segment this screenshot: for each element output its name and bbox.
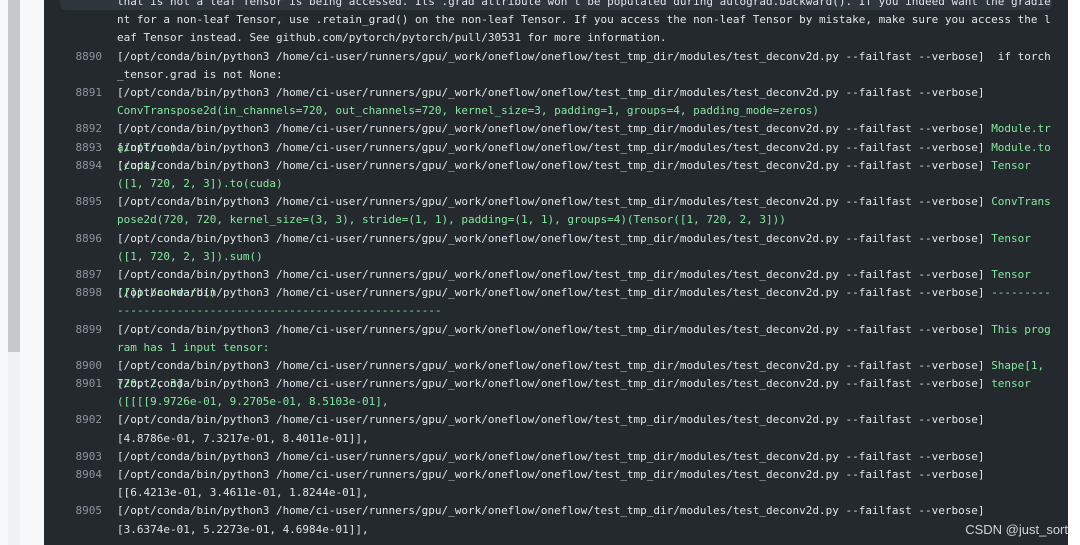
page-right-margin [1068, 0, 1080, 545]
line-number[interactable]: 8905 [44, 502, 103, 520]
command-text: [/opt/conda/bin/python3 /home/ci-user/ru… [117, 449, 985, 463]
line-number[interactable]: 8890 [44, 48, 103, 66]
log-line: 8903 [/opt/conda/bin/python3 /home/ci-us… [44, 448, 1068, 466]
command-text: [/opt/conda/bin/python3 /home/ci-user/ru… [117, 158, 992, 172]
line-number[interactable]: 8900 [44, 357, 103, 375]
log-line: 8895 [/opt/conda/bin/python3 /home/ci-us… [44, 193, 1068, 229]
line-number[interactable]: 8903 [44, 448, 103, 466]
line-number[interactable]: 8899 [44, 321, 103, 339]
command-text: [/opt/conda/bin/python3 /home/ci-user/ru… [117, 140, 992, 154]
command-text: [/opt/conda/bin/python3 /home/ci-user/ru… [117, 195, 992, 209]
line-number[interactable]: 8893 [44, 139, 103, 157]
command-text: [/opt/conda/bin/python3 /home/ci-user/ru… [117, 49, 1051, 81]
log-line: 8893 [/opt/conda/bin/python3 /home/ci-us… [44, 139, 1068, 172]
command-text: that is not a leaf Tensor is being acces… [117, 0, 1051, 45]
log-line: 8890 [/opt/conda/bin/python3 /home/ci-us… [44, 48, 1068, 84]
log-line: 8900 [/opt/conda/bin/python3 /home/ci-us… [44, 357, 1068, 390]
line-text: [/opt/conda/bin/python3 /home/ci-user/ru… [117, 448, 1051, 466]
line-number[interactable]: 8896 [44, 230, 103, 248]
log-line: 8894 [/opt/conda/bin/python3 /home/ci-us… [44, 157, 1068, 193]
log-line: 8897 [/opt/conda/bin/python3 /home/ci-us… [44, 266, 1068, 299]
line-text: [/opt/conda/bin/python3 /home/ci-user/ru… [117, 502, 1051, 538]
line-text: [/opt/conda/bin/python3 /home/ci-user/ru… [117, 48, 1051, 84]
line-text: [/opt/conda/bin/python3 /home/ci-user/ru… [117, 375, 1051, 411]
command-text: [/opt/conda/bin/python3 /home/ci-user/ru… [117, 468, 1051, 500]
scrollbar-thumb[interactable] [8, 0, 20, 352]
log-line: 8891 [/opt/conda/bin/python3 /home/ci-us… [44, 84, 1068, 120]
line-number[interactable]: 8895 [44, 193, 103, 211]
line-number[interactable]: 8901 [44, 375, 103, 393]
line-number[interactable]: 8897 [44, 266, 103, 284]
line-number[interactable]: 8898 [44, 284, 103, 302]
line-text: [/opt/conda/bin/python3 /home/ci-user/ru… [117, 466, 1051, 502]
log-panel: that is not a leaf Tensor is being acces… [44, 0, 1068, 545]
log-line: that is not a leaf Tensor is being acces… [44, 0, 1068, 48]
log-line: 8904 [/opt/conda/bin/python3 /home/ci-us… [44, 466, 1068, 502]
command-text: [/opt/conda/bin/python3 /home/ci-user/ru… [117, 286, 992, 300]
line-number[interactable]: 8902 [44, 411, 103, 429]
line-text: that is not a leaf Tensor is being acces… [117, 0, 1051, 48]
page-left-gutter [0, 0, 44, 545]
line-text: [/opt/conda/bin/python3 /home/ci-user/ru… [117, 193, 1051, 229]
log-line: 8892 [/opt/conda/bin/python3 /home/ci-us… [44, 120, 1068, 153]
line-text: [/opt/conda/bin/python3 /home/ci-user/ru… [117, 157, 1051, 193]
command-text: [/opt/conda/bin/python3 /home/ci-user/ru… [117, 504, 1058, 536]
log-line: 8898 [/opt/conda/bin/python3 /home/ci-us… [44, 284, 1068, 320]
line-text: [/opt/conda/bin/python3 /home/ci-user/ru… [117, 84, 1051, 120]
command-text: [/opt/conda/bin/python3 /home/ci-user/ru… [117, 231, 992, 245]
line-number[interactable]: 8892 [44, 120, 103, 138]
log-line: 8901 [/opt/conda/bin/python3 /home/ci-us… [44, 375, 1068, 411]
command-text: [/opt/conda/bin/python3 /home/ci-user/ru… [117, 413, 1058, 445]
command-text: [/opt/conda/bin/python3 /home/ci-user/ru… [117, 358, 992, 372]
log-line: 8905 [/opt/conda/bin/python3 /home/ci-us… [44, 502, 1068, 538]
line-number[interactable]: 8891 [44, 84, 103, 102]
line-number[interactable]: 8904 [44, 466, 103, 484]
line-text: [/opt/conda/bin/python3 /home/ci-user/ru… [117, 284, 1051, 320]
command-text: [/opt/conda/bin/python3 /home/ci-user/ru… [117, 85, 985, 99]
command-text: [/opt/conda/bin/python3 /home/ci-user/ru… [117, 377, 992, 391]
watermark: CSDN @just_sort [965, 522, 1068, 537]
command-text: [/opt/conda/bin/python3 /home/ci-user/ru… [117, 122, 992, 136]
line-text: [/opt/conda/bin/python3 /home/ci-user/ru… [117, 230, 1051, 266]
log-line: 8896 [/opt/conda/bin/python3 /home/ci-us… [44, 230, 1068, 266]
line-number[interactable]: 8894 [44, 157, 103, 175]
line-text: [/opt/conda/bin/python3 /home/ci-user/ru… [117, 321, 1051, 357]
log-line: 8902 [/opt/conda/bin/python3 /home/ci-us… [44, 411, 1068, 447]
line-text: [/opt/conda/bin/python3 /home/ci-user/ru… [117, 411, 1051, 447]
output-text: ConvTranspose2d(in_channels=720, out_cha… [117, 104, 819, 118]
log-line: 8899 [/opt/conda/bin/python3 /home/ci-us… [44, 321, 1068, 357]
command-text: [/opt/conda/bin/python3 /home/ci-user/ru… [117, 322, 992, 336]
command-text: [/opt/conda/bin/python3 /home/ci-user/ru… [117, 267, 992, 281]
log-lines: that is not a leaf Tensor is being acces… [44, 0, 1068, 539]
